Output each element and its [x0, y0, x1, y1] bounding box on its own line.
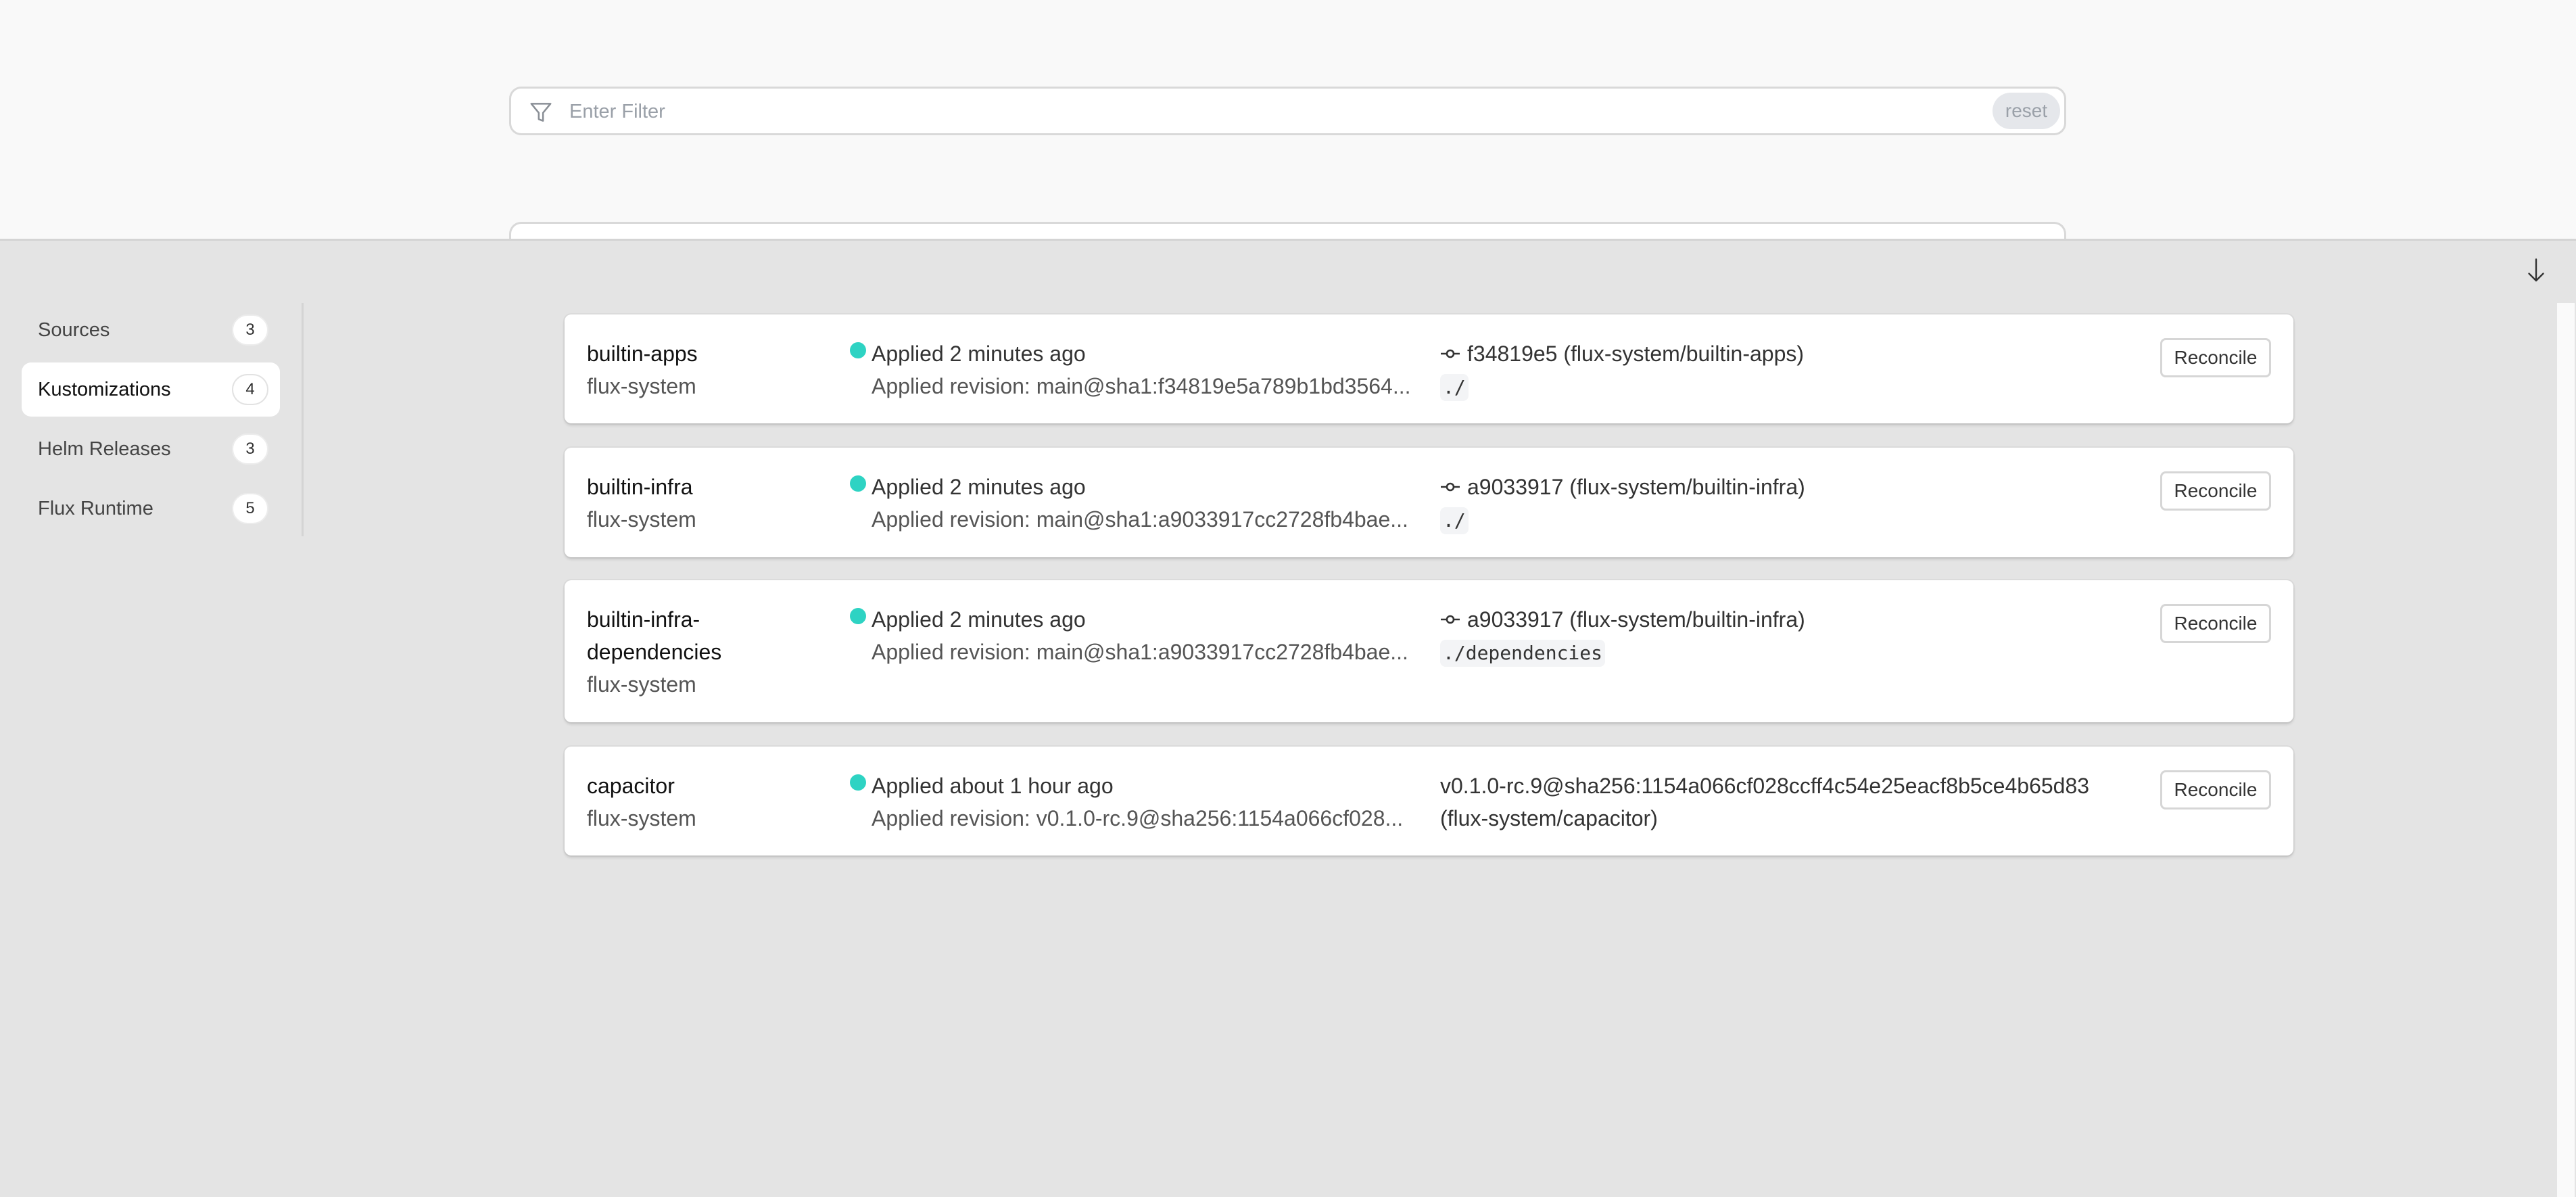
- scrollbar[interactable]: [2557, 303, 2575, 1197]
- arrow-down-icon[interactable]: [2524, 257, 2548, 284]
- reconcile-button[interactable]: Reconcile: [2160, 604, 2271, 643]
- source: v0.1.0-rc.9@sha256:1154a066cf028ccff4c54…: [1440, 770, 2127, 835]
- status: Applied 2 minutes ago Applied revision: …: [872, 337, 1412, 402]
- git-commit-icon: [1441, 349, 1460, 358]
- resource-name: capacitor flux-system: [587, 770, 803, 835]
- namespace-text: flux-system: [587, 507, 696, 532]
- resource-name: builtin-infra-dependencies flux-system: [587, 603, 763, 701]
- status-ready-icon: [850, 608, 866, 624]
- status-text: Applied about 1 hour ago: [872, 774, 1114, 798]
- reset-button[interactable]: reset: [1993, 93, 2060, 129]
- sidebar-item-label: Sources: [38, 319, 110, 341]
- source-ref: v0.1.0-rc.9@sha256:1154a066cf028ccff4c54…: [1440, 774, 2090, 798]
- status: Applied 2 minutes ago Applied revision: …: [872, 603, 1412, 668]
- revision-text: Applied revision: main@sha1:a9033917cc27…: [872, 507, 1408, 532]
- name-text: builtin-infra: [587, 475, 693, 499]
- kustomization-card: capacitor flux-system Applied about 1 ho…: [565, 747, 2293, 855]
- name-text: capacitor: [587, 774, 675, 798]
- source: f34819e5 (flux-system/builtin-apps) ./: [1440, 337, 2127, 402]
- path-chip: ./: [1440, 507, 1469, 534]
- path-chip: ./dependencies: [1440, 640, 1606, 667]
- count-badge: 3: [232, 433, 268, 465]
- sidebar-item-sources[interactable]: Sources 3: [22, 303, 280, 357]
- kustomization-card: builtin-infra flux-system Applied 2 minu…: [565, 448, 2293, 557]
- reconcile-button[interactable]: Reconcile: [2160, 338, 2271, 377]
- status: Applied 2 minutes ago Applied revision: …: [872, 471, 1412, 536]
- count-badge: 3: [232, 314, 268, 346]
- sidebar-item-kustomizations[interactable]: Kustomizations 4: [22, 362, 280, 417]
- source: a9033917 (flux-system/builtin-infra) ./d…: [1440, 603, 2127, 668]
- status-text: Applied 2 minutes ago: [872, 342, 1086, 366]
- namespace-text: flux-system: [587, 806, 696, 830]
- count-badge: 5: [232, 493, 268, 524]
- filter-bar: reset: [509, 87, 2066, 135]
- resource-name: builtin-apps flux-system: [587, 337, 803, 402]
- sidebar-divider: [302, 303, 304, 536]
- source-ref: a9033917 (flux-system/builtin-infra): [1467, 607, 1805, 632]
- kustomization-card: builtin-infra-dependencies flux-system A…: [565, 580, 2293, 722]
- reconcile-button[interactable]: Reconcile: [2160, 770, 2271, 809]
- revision-text: Applied revision: main@sha1:a9033917cc27…: [872, 640, 1408, 664]
- status-ready-icon: [850, 342, 866, 358]
- revision-text: Applied revision: v0.1.0-rc.9@sha256:115…: [872, 806, 1404, 830]
- status-text: Applied 2 minutes ago: [872, 475, 1086, 499]
- git-commit-icon: [1441, 482, 1460, 492]
- filter-icon: [530, 103, 552, 122]
- sidebar-item-label: Flux Runtime: [38, 497, 153, 519]
- sidebar-item-label: Kustomizations: [38, 378, 171, 400]
- sidebar: Sources 3 Kustomizations 4 Helm Releases…: [0, 303, 304, 536]
- sidebar-item-label: Helm Releases: [38, 438, 171, 460]
- namespace-text: flux-system: [587, 374, 696, 398]
- status: Applied about 1 hour ago Applied revisio…: [872, 770, 1412, 835]
- status-ready-icon: [850, 475, 866, 492]
- source: a9033917 (flux-system/builtin-infra) ./: [1440, 471, 2127, 536]
- git-commit-icon: [1441, 615, 1460, 624]
- status-text: Applied 2 minutes ago: [872, 607, 1086, 632]
- path-chip: ./: [1440, 374, 1469, 401]
- namespace-text: flux-system: [587, 672, 696, 697]
- revision-text: Applied revision: main@sha1:f34819e5a789…: [872, 374, 1411, 398]
- name-text: builtin-infra-dependencies: [587, 607, 722, 664]
- sidebar-item-helm-releases[interactable]: Helm Releases 3: [22, 422, 280, 476]
- sidebar-item-flux-runtime[interactable]: Flux Runtime 5: [22, 482, 280, 536]
- name-text: builtin-apps: [587, 342, 698, 366]
- source-ref: f34819e5 (flux-system/builtin-apps): [1467, 342, 1805, 366]
- count-badge: 4: [232, 374, 268, 405]
- source-name: (flux-system/capacitor): [1440, 806, 1658, 830]
- reconcile-button[interactable]: Reconcile: [2160, 471, 2271, 511]
- filter-input[interactable]: [569, 95, 1922, 128]
- status-ready-icon: [850, 774, 866, 791]
- header-band: reset: [0, 0, 2576, 249]
- source-ref: a9033917 (flux-system/builtin-infra): [1467, 475, 1805, 499]
- resource-name: builtin-infra flux-system: [587, 471, 803, 536]
- kustomization-card: builtin-apps flux-system Applied 2 minut…: [565, 314, 2293, 423]
